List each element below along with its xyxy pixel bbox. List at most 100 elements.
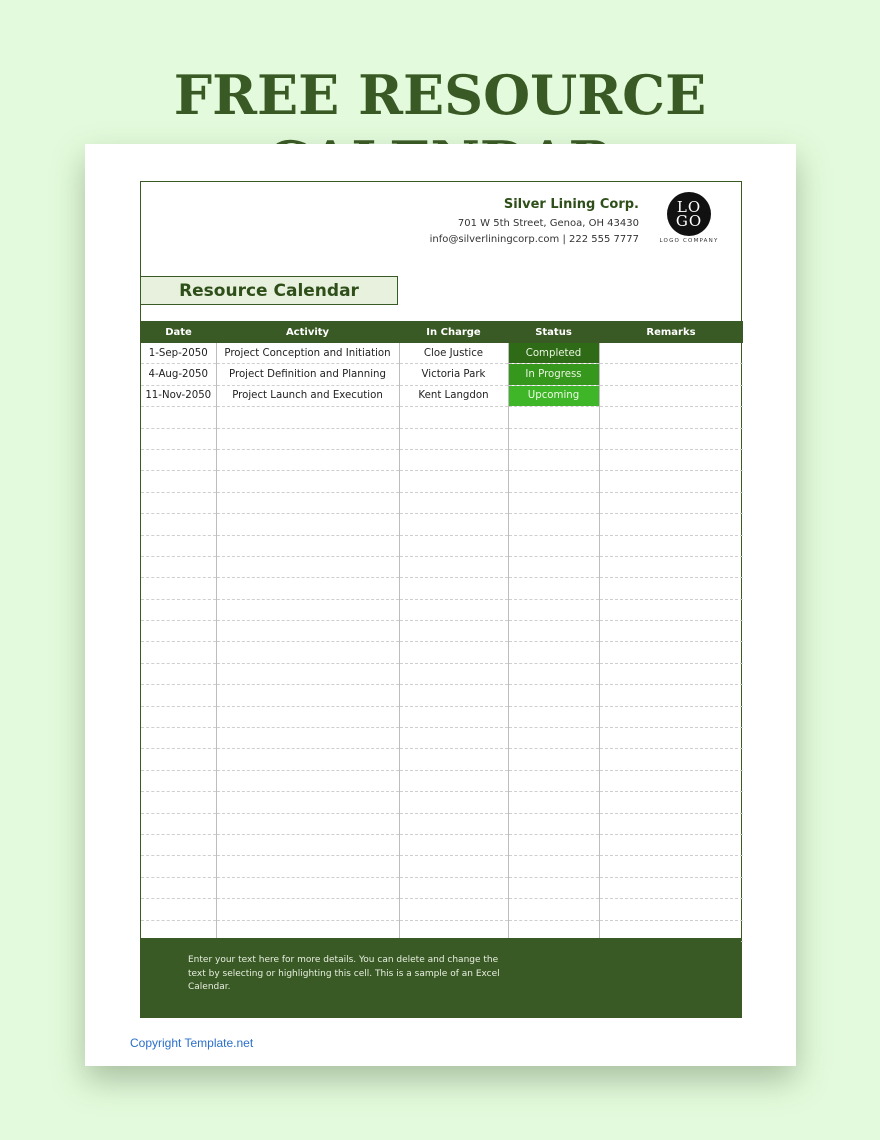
activity-cell[interactable]	[216, 406, 400, 429]
remarks-cell[interactable]	[599, 449, 743, 472]
activity-cell[interactable]: Project Definition and Planning	[216, 363, 400, 386]
date-cell[interactable]	[141, 535, 217, 557]
in-charge-cell[interactable]	[399, 577, 509, 600]
date-cell[interactable]	[141, 770, 217, 793]
remarks-cell[interactable]	[599, 513, 743, 536]
date-cell[interactable]	[141, 599, 217, 622]
status-badge[interactable]: In Progress	[508, 363, 600, 386]
date-cell[interactable]: 11-Nov-2050	[141, 385, 217, 408]
in-charge-cell[interactable]	[399, 684, 509, 707]
status-cell[interactable]	[508, 898, 600, 921]
activity-cell[interactable]	[216, 535, 400, 557]
in-charge-cell[interactable]	[399, 556, 509, 579]
activity-cell[interactable]: Project Launch and Execution	[216, 385, 400, 408]
activity-cell[interactable]	[216, 599, 400, 622]
remarks-cell[interactable]	[599, 492, 743, 515]
date-cell[interactable]	[141, 449, 217, 472]
activity-cell[interactable]	[216, 428, 400, 450]
activity-cell[interactable]	[216, 834, 400, 857]
remarks-cell[interactable]	[599, 877, 743, 900]
in-charge-cell[interactable]	[399, 470, 509, 493]
date-cell[interactable]	[141, 813, 217, 835]
activity-cell[interactable]: Project Conception and Initiation	[216, 343, 400, 365]
activity-cell[interactable]	[216, 898, 400, 921]
date-cell[interactable]	[141, 620, 217, 643]
activity-cell[interactable]	[216, 620, 400, 643]
date-cell[interactable]	[141, 877, 217, 900]
in-charge-cell[interactable]	[399, 834, 509, 857]
in-charge-cell[interactable]	[399, 770, 509, 793]
activity-cell[interactable]	[216, 770, 400, 793]
date-cell[interactable]	[141, 556, 217, 579]
in-charge-cell[interactable]	[399, 620, 509, 643]
status-cell[interactable]	[508, 706, 600, 729]
remarks-cell[interactable]	[599, 706, 743, 729]
in-charge-cell[interactable]	[399, 706, 509, 729]
activity-cell[interactable]	[216, 727, 400, 750]
activity-cell[interactable]	[216, 492, 400, 515]
date-cell[interactable]	[141, 428, 217, 450]
remarks-cell[interactable]	[599, 855, 743, 878]
in-charge-cell[interactable]	[399, 727, 509, 750]
remarks-cell[interactable]	[599, 556, 743, 579]
in-charge-cell[interactable]	[399, 791, 509, 814]
in-charge-cell[interactable]	[399, 449, 509, 472]
in-charge-cell[interactable]: Victoria Park	[399, 363, 509, 386]
date-cell[interactable]	[141, 641, 217, 664]
activity-cell[interactable]	[216, 813, 400, 835]
in-charge-cell[interactable]	[399, 428, 509, 450]
status-cell[interactable]	[508, 556, 600, 579]
status-cell[interactable]	[508, 620, 600, 643]
in-charge-cell[interactable]: Kent Langdon	[399, 385, 509, 408]
status-cell[interactable]	[508, 834, 600, 857]
copyright-link[interactable]: Copyright Template.net	[130, 1036, 253, 1050]
date-cell[interactable]	[141, 706, 217, 729]
in-charge-cell[interactable]	[399, 641, 509, 664]
in-charge-cell[interactable]: Cloe Justice	[399, 343, 509, 365]
in-charge-cell[interactable]	[399, 898, 509, 921]
status-cell[interactable]	[508, 641, 600, 664]
date-cell[interactable]	[141, 470, 217, 493]
status-cell[interactable]	[508, 877, 600, 900]
remarks-cell[interactable]	[599, 406, 743, 429]
remarks-cell[interactable]	[599, 663, 743, 686]
status-cell[interactable]	[508, 470, 600, 493]
in-charge-cell[interactable]	[399, 406, 509, 429]
date-cell[interactable]	[141, 834, 217, 857]
activity-cell[interactable]	[216, 877, 400, 900]
in-charge-cell[interactable]	[399, 748, 509, 771]
activity-cell[interactable]	[216, 791, 400, 814]
activity-cell[interactable]	[216, 556, 400, 579]
status-cell[interactable]	[508, 406, 600, 429]
remarks-cell[interactable]	[599, 641, 743, 664]
status-cell[interactable]	[508, 599, 600, 622]
activity-cell[interactable]	[216, 577, 400, 600]
activity-cell[interactable]	[216, 663, 400, 686]
activity-cell[interactable]	[216, 684, 400, 707]
date-cell[interactable]	[141, 855, 217, 878]
date-cell[interactable]	[141, 492, 217, 515]
status-cell[interactable]	[508, 684, 600, 707]
activity-cell[interactable]	[216, 449, 400, 472]
status-cell[interactable]	[508, 791, 600, 814]
in-charge-cell[interactable]	[399, 492, 509, 515]
remarks-cell[interactable]	[599, 577, 743, 600]
status-cell[interactable]	[508, 492, 600, 515]
status-cell[interactable]	[508, 428, 600, 450]
notes-text[interactable]: Enter your text here for more details. Y…	[188, 954, 518, 995]
remarks-cell[interactable]	[599, 684, 743, 707]
remarks-cell[interactable]	[599, 620, 743, 643]
activity-cell[interactable]	[216, 855, 400, 878]
in-charge-cell[interactable]	[399, 535, 509, 557]
remarks-cell[interactable]	[599, 470, 743, 493]
status-cell[interactable]	[508, 748, 600, 771]
date-cell[interactable]	[141, 791, 217, 814]
remarks-cell[interactable]	[599, 363, 743, 386]
date-cell[interactable]	[141, 663, 217, 686]
activity-cell[interactable]	[216, 706, 400, 729]
activity-cell[interactable]	[216, 513, 400, 536]
date-cell[interactable]	[141, 513, 217, 536]
date-cell[interactable]	[141, 748, 217, 771]
remarks-cell[interactable]	[599, 343, 743, 365]
in-charge-cell[interactable]	[399, 663, 509, 686]
